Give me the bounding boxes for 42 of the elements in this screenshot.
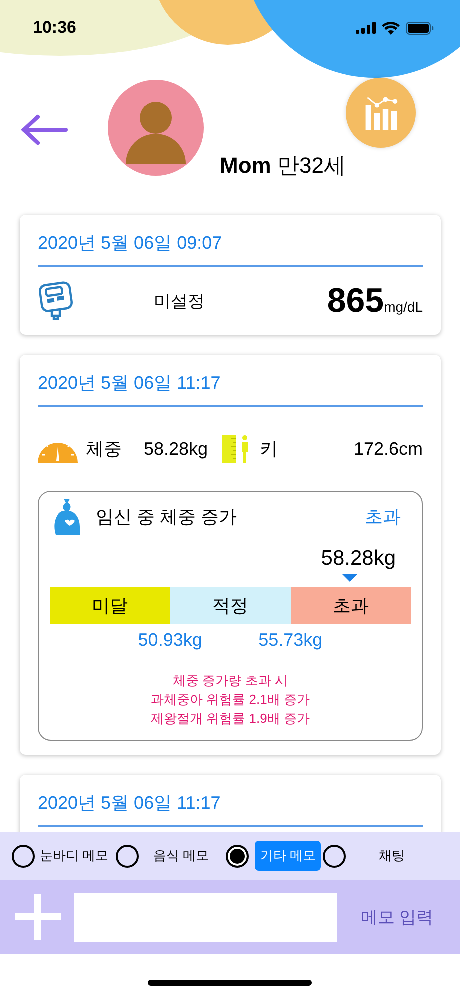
height-label: 키 <box>260 438 278 461</box>
glucose-meter-icon <box>38 281 74 321</box>
warning-text: 과체중아 위험률 2.1배 증가 <box>150 691 311 709</box>
radio-button[interactable] <box>322 844 346 868</box>
threshold-value: 50.93kg <box>137 630 204 651</box>
weight-label: 체중 <box>86 438 122 461</box>
back-arrow-icon <box>20 114 68 146</box>
current-weight: 58.28kg <box>320 546 397 571</box>
record-date: 2020년 5월 06일 09:07 <box>38 232 224 255</box>
record-date: 2020년 5월 06일 11:17 <box>38 792 222 815</box>
glucose-reading: 865mg/dL <box>327 282 423 320</box>
signal-icon <box>356 22 376 34</box>
weight-value: 58.28kg <box>144 438 208 460</box>
radio-button[interactable] <box>12 844 35 868</box>
avatar-icon <box>108 80 204 176</box>
status-time: 10:36 <box>33 18 76 38</box>
radio-button[interactable] <box>116 844 139 868</box>
pregnant-figure-icon <box>54 499 82 535</box>
back-button[interactable] <box>20 114 68 146</box>
record-date: 2020년 5월 06일 11:17 <box>38 372 222 395</box>
weight-gain-result: 초과 <box>365 506 401 529</box>
wifi-icon <box>382 22 400 34</box>
warning-text: 체중 증가량 초과 시 <box>172 672 289 690</box>
height-value: 172.6cm <box>354 438 423 460</box>
memo-type-option[interactable]: 눈바디 메모 <box>35 841 114 871</box>
home-indicator[interactable] <box>148 980 312 986</box>
warning-text: 제왕절개 위험률 1.9배 증가 <box>150 710 311 728</box>
glucose-status: 미설정 <box>154 290 206 312</box>
memo-type-option[interactable]: 음식 메모 <box>148 841 214 871</box>
range-segment: 적정 <box>170 587 291 624</box>
battery-icon <box>406 22 434 34</box>
memo-submit-button[interactable]: 메모 입력 <box>357 900 438 934</box>
range-segment: 초과 <box>290 587 411 624</box>
range-segment: 미달 <box>50 587 170 624</box>
memo-type-option[interactable]: 채팅 <box>374 841 410 871</box>
pregnancy-title: 임신 중 체중 증가 <box>96 506 238 529</box>
profile-name: Mom 만32세 <box>220 152 346 180</box>
threshold-value: 55.73kg <box>258 630 324 651</box>
memo-input-field[interactable] <box>74 892 337 942</box>
radio-button[interactable] <box>226 844 250 868</box>
plus-icon <box>15 894 61 940</box>
memo-type-option[interactable]: 기타 메모 <box>255 841 321 871</box>
